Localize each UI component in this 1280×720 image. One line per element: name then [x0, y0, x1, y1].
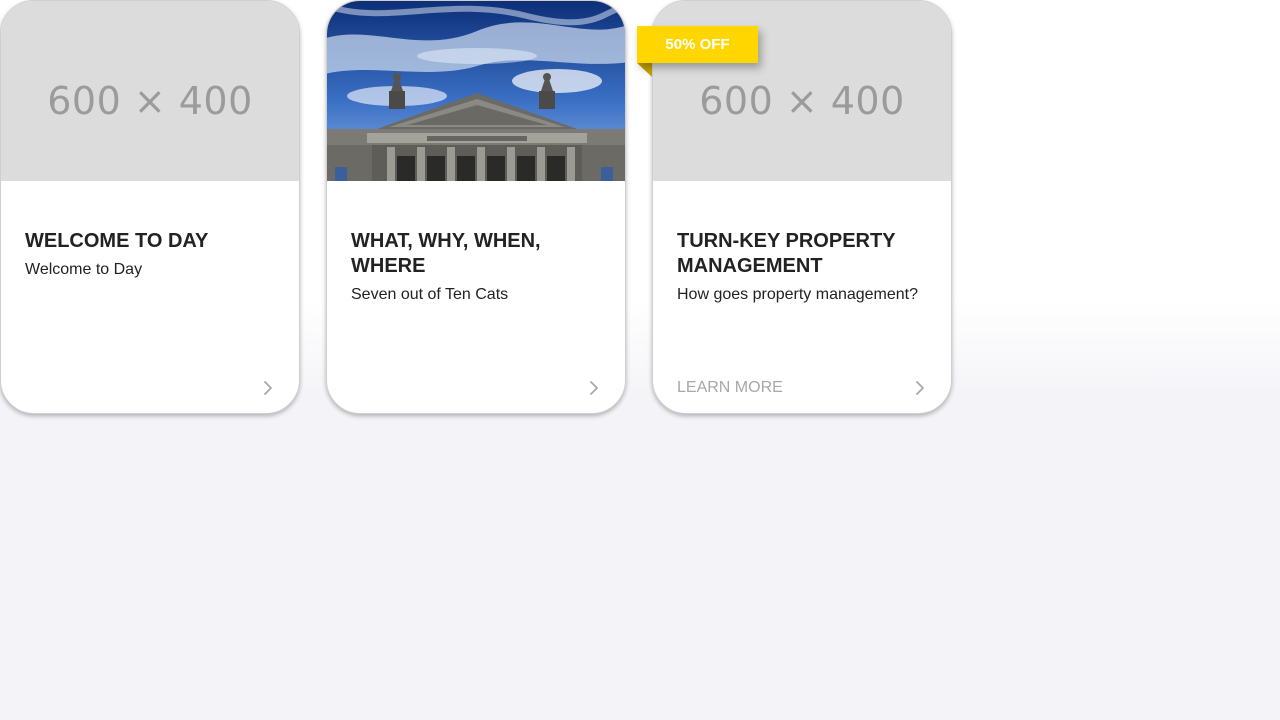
card-footer [351, 377, 601, 399]
card-subtitle: How goes property management? [677, 286, 919, 303]
chevron-right-icon[interactable] [913, 379, 927, 397]
card-subtitle: Seven out of Ten Cats [351, 286, 509, 303]
card-body: WHAT, WHY, WHEN, WHERE Seven out of Ten … [351, 229, 601, 305]
card-image-placeholder: 600 × 400 [1, 1, 299, 181]
building-photo-image [327, 1, 625, 181]
card-body: TURN-KEY PROPERTY MANAGEMENT How goes pr… [677, 229, 927, 305]
placeholder-label: 600 × 400 [699, 79, 905, 123]
chevron-right-icon[interactable] [261, 379, 275, 397]
learn-more-link[interactable]: LEARN MORE [677, 379, 783, 397]
placeholder-label: 600 × 400 [47, 79, 253, 123]
card-title: WELCOME TO DAY [25, 230, 209, 252]
card-footer [25, 377, 275, 399]
card-body: WELCOME TO DAY Welcome to Day [25, 229, 275, 280]
card-image-building [327, 1, 625, 181]
chevron-right-icon[interactable] [587, 379, 601, 397]
card-subtitle: Welcome to Day [25, 261, 143, 278]
card-what-why[interactable]: WHAT, WHY, WHEN, WHERE Seven out of Ten … [326, 0, 626, 414]
card-welcome[interactable]: 600 × 400 WELCOME TO DAY Welcome to Day [0, 0, 300, 414]
card-footer: LEARN MORE [677, 377, 927, 399]
discount-badge: 50% OFF [637, 26, 758, 63]
badge-fold [637, 63, 652, 77]
card-title: WHAT, WHY, WHEN, WHERE [351, 230, 541, 277]
card-title: TURN-KEY PROPERTY MANAGEMENT [677, 230, 896, 277]
